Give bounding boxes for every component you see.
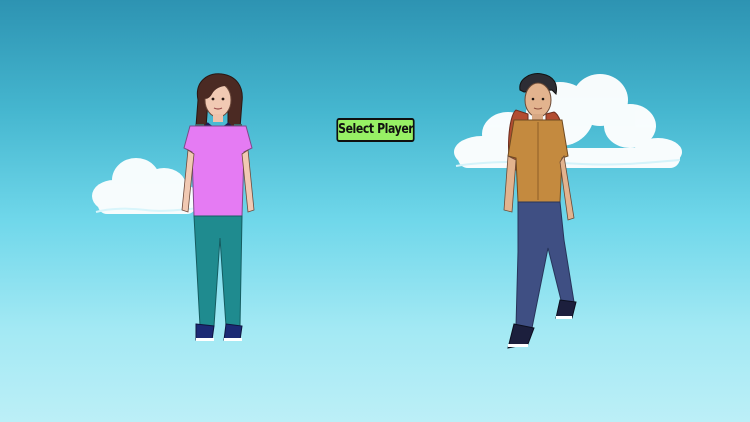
select-player-button[interactable]: Select Player: [336, 118, 415, 142]
player-girl[interactable]: [172, 70, 264, 346]
boy-character: [503, 73, 577, 349]
game-scene: Select Player: [0, 0, 750, 422]
player-boy[interactable]: [498, 72, 584, 354]
girl-character: [181, 73, 255, 341]
